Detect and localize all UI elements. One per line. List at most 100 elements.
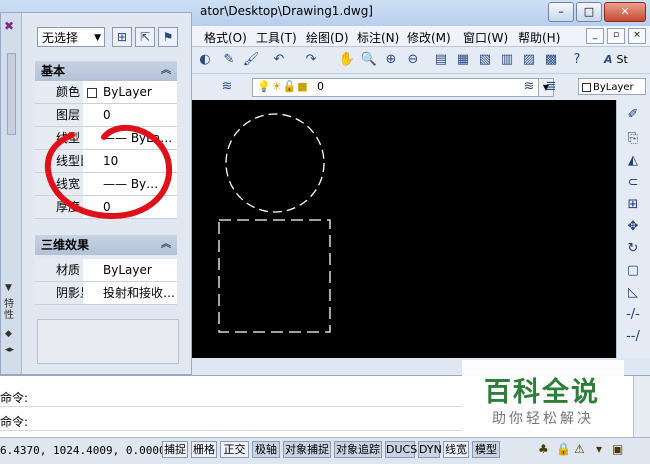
make-layer-current-icon[interactable]: ≋ [520, 78, 538, 96]
match-properties-icon[interactable]: 🖌 [242, 51, 260, 69]
palette-side-label: 特性 [4, 299, 14, 321]
clean-screen-icon[interactable]: ▣ [612, 442, 623, 456]
property-key: 线型比… [35, 150, 83, 172]
menu-modify[interactable]: 修改(M) [407, 29, 451, 46]
model-toggle[interactable]: 模型 [472, 441, 500, 458]
redo-icon[interactable]: ↷ [302, 51, 320, 69]
undo-icon[interactable]: ↶ [270, 51, 288, 69]
move-icon[interactable]: ✥ [623, 218, 643, 236]
property-key: 材质 [35, 259, 83, 281]
palette-description-panel [37, 319, 179, 364]
layer-value: 0 [317, 80, 324, 93]
tool-palettes-icon[interactable]: ▧ [476, 51, 494, 69]
text-style-combo[interactable]: A St [604, 51, 644, 68]
polar-toggle[interactable]: 极轴 [252, 441, 280, 458]
menu-help[interactable]: 帮助(H) [518, 29, 560, 46]
palette-autohide-icon[interactable]: ▼ [5, 283, 12, 293]
doc-restore-button[interactable]: ▫ [607, 28, 625, 44]
drawing-canvas[interactable] [192, 100, 616, 358]
stretch-icon[interactable]: ◺ [623, 284, 643, 302]
palette-pin-icon[interactable]: ✖ [4, 19, 14, 33]
command-scrollbar[interactable] [633, 376, 650, 438]
property-key: 颜色 [35, 81, 83, 103]
property-row-thickness[interactable]: 厚度 0 [35, 196, 177, 219]
lock-icon[interactable]: 🔒 [556, 442, 571, 456]
design-center-icon[interactable]: ▦ [454, 51, 472, 69]
ducs-toggle[interactable]: DUCS [385, 441, 417, 458]
lineweight-toggle[interactable]: 线宽 [443, 441, 469, 458]
property-row-layer[interactable]: 图层 0 [35, 104, 177, 127]
minimize-button[interactable]: – [548, 2, 574, 22]
toggle-pickadd-button[interactable]: ⚑ [158, 27, 178, 47]
markup-icon[interactable]: ▨ [520, 51, 538, 69]
erase-icon[interactable]: ✐ [623, 106, 643, 124]
layer-manager-icon[interactable]: ≋ [218, 78, 236, 96]
properties-icon[interactable]: ▤ [432, 51, 450, 69]
document-controls: _ ▫ × [586, 28, 646, 44]
property-row-linetype-scale[interactable]: 线型比… 10 [35, 150, 177, 173]
pan-icon[interactable]: ✋ [338, 51, 356, 69]
palette-menu-icon[interactable]: ◂▸ [5, 345, 14, 355]
open-icon[interactable]: ◐ [196, 51, 214, 69]
calculator-icon[interactable]: ▩ [542, 51, 560, 69]
scale-icon[interactable]: ▢ [623, 262, 643, 280]
menu-dimension[interactable]: 标注(N) [357, 29, 399, 46]
section-header-3d-effects[interactable]: 三维效果 ︽ [35, 235, 177, 255]
layer-previous-icon[interactable]: ≣ [542, 78, 560, 96]
window-title: ator\Desktop\Drawing1.dwg] [200, 4, 373, 18]
zoom-realtime-icon[interactable]: 🔍 [360, 51, 378, 69]
trim-icon[interactable]: -/- [623, 306, 643, 324]
copy-icon[interactable]: ⎘ [623, 130, 643, 148]
palette-scrollbar[interactable] [7, 53, 16, 135]
property-key: 线型 [35, 127, 83, 149]
array-icon[interactable]: ⊞ [623, 196, 643, 214]
doc-close-button[interactable]: × [628, 28, 646, 44]
property-row-color[interactable]: 颜色 ByLayer [35, 81, 177, 104]
standard-toolbar: ◐ ✎ 🖌 ↶ ↷ ✋ 🔍 ⊕ ⊖ ▤ ▦ ▧ ▥ ▨ ▩ ? A St [192, 47, 650, 74]
rotate-icon[interactable]: ↻ [623, 240, 643, 258]
palette-options-icon[interactable]: ◆ [5, 329, 12, 339]
section-header-basic[interactable]: 基本 ︽ [35, 61, 177, 81]
grid-toggle[interactable]: 栅格 [191, 441, 217, 458]
coordinate-readout: 6.4370, 1024.4009, 0.0000 [0, 444, 166, 457]
pencil-icon[interactable]: ✎ [220, 51, 238, 69]
osnap-toggle[interactable]: 对象捕捉 [283, 441, 331, 458]
doc-minimize-button[interactable]: _ [586, 28, 604, 44]
chevron-down-icon: ▼ [94, 33, 101, 43]
snap-toggle[interactable]: 捕捉 [162, 441, 188, 458]
property-row-shadow-display[interactable]: 阴影显… 投射和接收… [35, 282, 177, 305]
dyn-toggle[interactable]: DYN [418, 441, 442, 458]
collapse-icon[interactable]: ︽ [161, 61, 171, 81]
menu-draw[interactable]: 绘图(D) [306, 29, 349, 46]
communication-icon[interactable]: ♣ [538, 442, 549, 456]
watermark: 百科全说 助你轻松解决 [462, 360, 624, 432]
property-value: 0 [83, 196, 177, 218]
chevron-down-icon[interactable]: ▾ [596, 442, 602, 456]
help-icon[interactable]: ? [568, 51, 586, 69]
extend-icon[interactable]: --/ [623, 328, 643, 346]
close-button[interactable]: ✕ [604, 2, 646, 22]
security-icon[interactable]: ⚠ [574, 442, 585, 456]
selection-dropdown[interactable]: 无选择 ▼ [37, 27, 105, 47]
select-objects-button[interactable]: ⇱ [135, 27, 155, 47]
color-dropdown[interactable]: ByLayer [578, 78, 646, 95]
property-value: —— ByLa… [83, 127, 177, 149]
layer-dropdown[interactable]: 💡☀🔓■ 0 ▼ [252, 78, 554, 97]
collapse-icon[interactable]: ︽ [161, 235, 171, 255]
ortho-toggle[interactable]: 正交 [220, 441, 249, 458]
property-row-linetype[interactable]: 线型 —— ByLa… [35, 127, 177, 150]
quick-select-button[interactable]: ⊞ [112, 27, 132, 47]
zoom-previous-icon[interactable]: ⊖ [404, 51, 422, 69]
property-row-lineweight[interactable]: 线宽 —— By… [35, 173, 177, 196]
mirror-icon[interactable]: ◭ [623, 152, 643, 170]
property-row-material[interactable]: 材质 ByLayer [35, 259, 177, 282]
menu-window[interactable]: 窗口(W) [463, 29, 508, 46]
selection-value: 无选择 [42, 31, 79, 45]
offset-icon[interactable]: ⊂ [623, 174, 643, 192]
menu-tools[interactable]: 工具(T) [256, 29, 297, 46]
menu-format[interactable]: 格式(O) [204, 29, 247, 46]
otrack-toggle[interactable]: 对象追踪 [334, 441, 382, 458]
sheet-set-icon[interactable]: ▥ [498, 51, 516, 69]
zoom-window-icon[interactable]: ⊕ [382, 51, 400, 69]
maximize-button[interactable]: □ [576, 2, 602, 22]
